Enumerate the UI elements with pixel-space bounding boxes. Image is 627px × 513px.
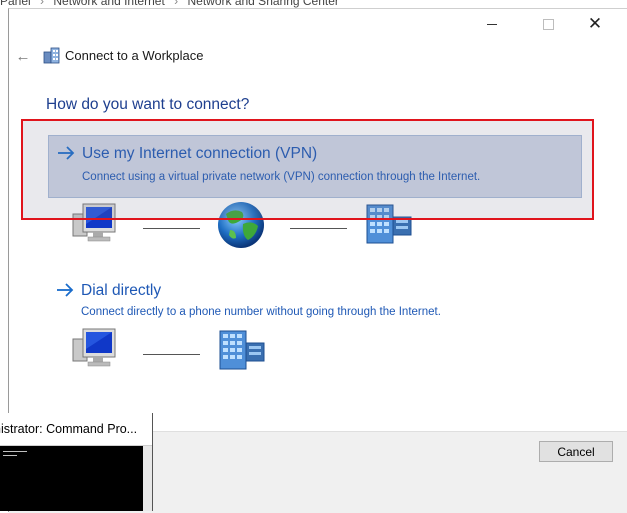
computer-icon [72,203,116,242]
computer-icon [72,328,116,367]
back-button[interactable]: ← [13,46,33,66]
breadcrumb-separator: › [174,0,179,8]
background-breadcrumb: Panel › Network and Internet › Network a… [0,0,627,8]
minimize-button[interactable] [469,9,515,39]
option-description: Connect directly to a phone number witho… [81,306,441,318]
connection-line [143,354,200,355]
maximize-icon [542,18,554,30]
command-prompt-window[interactable]: nistrator: Command Pro... [0,413,153,511]
command-prompt-title-text: nistrator: Command Pro... [0,422,138,436]
option-title: Dial directly [81,282,162,299]
workplace-network-icon [366,204,412,244]
window-title: Connect to a Workplace [65,48,204,63]
option-dial-directly[interactable]: Dial directly Connect directly to a phon… [48,273,580,323]
breadcrumb-item[interactable]: Network and Internet [53,0,164,8]
command-prompt-scrollbar[interactable] [143,446,152,511]
connection-line [290,228,347,229]
page-heading: How do you want to connect? [46,96,250,113]
arrow-right-icon [57,283,74,297]
option-use-vpn[interactable]: Use my Internet connection (VPN) Connect… [48,135,582,198]
cancel-button[interactable]: Cancel [539,441,613,462]
globe-icon [218,202,264,248]
back-arrow-icon: ← [15,47,31,65]
option-description: Connect using a virtual private network … [82,171,481,183]
title-bar: ✕ [9,9,627,39]
workplace-network-icon [219,330,265,370]
console-text-line [3,455,17,456]
breadcrumb-item[interactable]: Panel [0,0,31,8]
close-button[interactable]: ✕ [572,9,618,39]
connection-line [143,228,200,229]
breadcrumb-separator: › [40,0,45,8]
maximize-button [525,9,571,39]
minimize-icon [487,23,497,25]
option-title: Use my Internet connection (VPN) [82,145,318,162]
workplace-network-icon [43,47,60,64]
console-text-line [3,451,27,452]
close-icon: ✕ [587,14,603,33]
command-prompt-console[interactable] [0,446,143,511]
command-prompt-title: nistrator: Command Pro... [0,413,152,446]
breadcrumb-item[interactable]: Network and Sharing Center [187,0,338,8]
arrow-right-icon [58,146,75,160]
wizard-header: ← Connect to a Workplace [9,41,627,71]
